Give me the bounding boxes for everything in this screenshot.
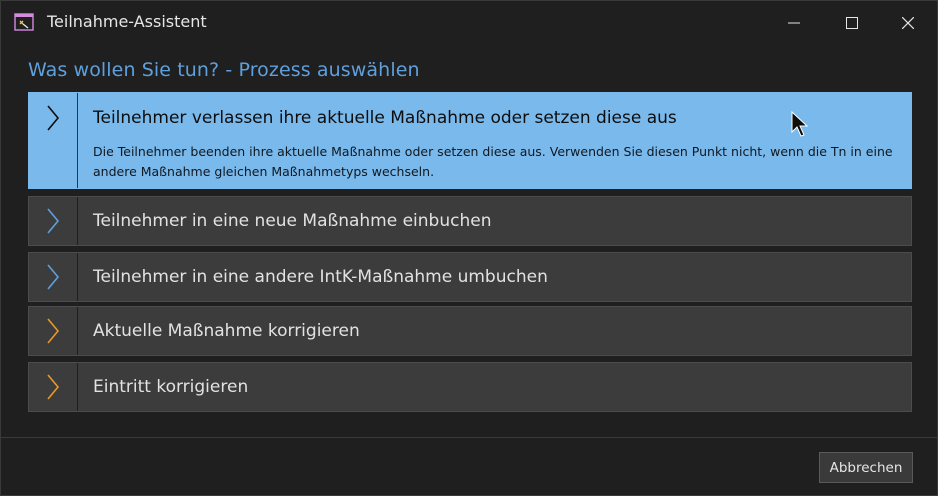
option-chevron-cell	[29, 307, 78, 355]
page-title: Was wollen Sie tun? - Prozess auswählen	[28, 59, 420, 81]
chevron-right-icon	[47, 104, 60, 131]
option-label: Eintritt korrigieren	[93, 377, 249, 397]
option-correct-entry[interactable]: Eintritt korrigieren	[28, 362, 912, 412]
chevron-right-icon	[47, 208, 60, 234]
close-button[interactable]	[885, 1, 931, 44]
option-label: Teilnehmer in eine neue Maßnahme einbuch…	[93, 211, 492, 231]
close-icon	[902, 16, 914, 29]
minimize-icon	[788, 22, 800, 23]
option-leave-measure[interactable]: Teilnehmer verlassen ihre aktuelle Maßna…	[28, 92, 912, 189]
option-correct-current-measure[interactable]: Aktuelle Maßnahme korrigieren	[28, 306, 912, 356]
mouse-cursor-icon	[791, 111, 809, 137]
maximize-icon	[846, 16, 858, 29]
title-bar[interactable]: Teilnahme-Assistent	[1, 1, 937, 44]
cancel-button[interactable]: Abbrechen	[819, 452, 913, 483]
option-rebook-intk-measure[interactable]: Teilnehmer in eine andere IntK-Maßnahme …	[28, 252, 912, 302]
footer-divider	[1, 437, 937, 438]
option-description: Die Teilnehmer beenden ihre aktuelle Maß…	[93, 144, 893, 179]
option-chevron-cell	[29, 363, 78, 411]
option-book-new-measure[interactable]: Teilnehmer in eine neue Maßnahme einbuch…	[28, 196, 912, 246]
maximize-button[interactable]	[829, 1, 875, 44]
minimize-button[interactable]	[771, 1, 817, 44]
option-chevron-cell	[29, 253, 78, 301]
window-title: Teilnahme-Assistent	[47, 12, 207, 31]
wizard-app-icon	[14, 13, 34, 31]
option-chevron-cell	[29, 197, 78, 245]
chevron-right-icon	[47, 318, 60, 344]
wizard-window: Teilnahme-Assistent Was wollen Sie tun? …	[0, 0, 938, 496]
option-label: Aktuelle Maßnahme korrigieren	[93, 321, 360, 341]
option-label: Teilnehmer verlassen ihre aktuelle Maßna…	[93, 108, 677, 128]
option-label: Teilnehmer in eine andere IntK-Maßnahme …	[93, 267, 548, 287]
chevron-right-icon	[47, 374, 60, 400]
chevron-right-icon	[47, 264, 60, 290]
option-chevron-cell	[29, 93, 78, 188]
